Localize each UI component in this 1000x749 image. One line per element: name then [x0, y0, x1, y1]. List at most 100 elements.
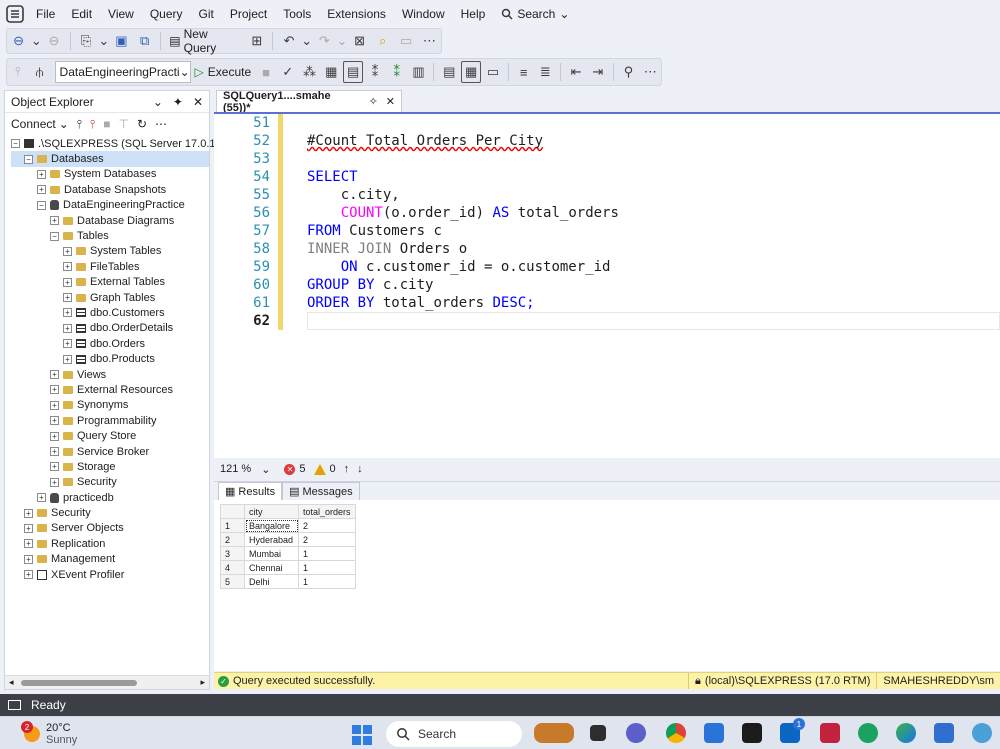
results-to-text-icon[interactable]: ▤ [439, 61, 459, 83]
parse-icon[interactable]: ✓ [278, 61, 298, 83]
tree-node-query-store[interactable]: + Query Store [11, 428, 209, 443]
intellisense-icon[interactable]: ▤ [343, 61, 364, 83]
stop-icon[interactable]: ■ [256, 61, 276, 83]
expand-icon[interactable]: + [24, 523, 33, 533]
more-icon[interactable]: ⋯ [155, 117, 167, 131]
cell-city[interactable]: Mumbai [244, 546, 299, 561]
tab-results[interactable]: ▦ Results [218, 482, 283, 500]
menu-tools[interactable]: Tools [275, 7, 319, 21]
column-header-total-orders[interactable]: total_orders [298, 504, 356, 519]
more-icon[interactable]: ⋯ [419, 30, 440, 52]
live-stats-icon[interactable]: ⁑ [387, 61, 407, 83]
menu-extensions[interactable]: Extensions [319, 7, 394, 21]
expand-icon[interactable]: + [63, 262, 72, 272]
row-number[interactable]: 5 [220, 574, 245, 589]
temple-widget-icon[interactable] [534, 723, 574, 743]
expand-icon[interactable]: + [24, 539, 33, 549]
tree-node-security[interactable]: + Security [11, 505, 209, 520]
cell-city[interactable]: Chennai [244, 560, 299, 575]
notification-icon[interactable] [8, 700, 21, 710]
close-icon[interactable]: ✕ [386, 95, 395, 108]
new-item-icon[interactable]: ⎘ [76, 30, 97, 52]
menu-project[interactable]: Project [222, 7, 275, 21]
sql-editor[interactable]: 51 52 53 54 55 56 57 58 59 60 61 62 #Cou… [214, 112, 1000, 458]
tree-node-external-tables[interactable]: + External Tables [11, 275, 209, 290]
grid-corner[interactable] [220, 504, 245, 519]
expand-icon[interactable]: + [50, 385, 59, 395]
app-icon[interactable] [972, 723, 992, 743]
arrow-down-icon[interactable]: ↓ [357, 463, 363, 475]
pin-icon[interactable]: ✦ [173, 95, 183, 109]
change-connection-icon[interactable]: ⫛ [30, 61, 50, 83]
client-stats-icon[interactable]: ▥ [409, 61, 429, 83]
chevron-down-icon[interactable]: ⌄ [31, 30, 42, 52]
disconnect-icon[interactable]: ⫯ [90, 117, 95, 132]
chat-icon[interactable] [626, 723, 646, 743]
scrollbar-thumb[interactable] [21, 680, 137, 686]
row-number[interactable]: 3 [220, 546, 245, 561]
error-count[interactable]: ✕ 5 [284, 463, 306, 475]
database-query-icon[interactable]: ⊞ [246, 30, 267, 52]
tree-node-products[interactable]: + dbo.Products [11, 351, 209, 366]
cell-city[interactable]: Delhi [244, 574, 299, 589]
warning-count[interactable]: 0 [313, 463, 336, 475]
menu-git[interactable]: Git [191, 7, 222, 21]
cell-total-orders[interactable]: 1 [298, 546, 356, 561]
tree-node-views[interactable]: + Views [11, 367, 209, 382]
tree-node-service-broker[interactable]: + Service Broker [11, 444, 209, 459]
results-grid[interactable]: city total_orders 1 Bangalore 2 2 Hydera… [220, 504, 356, 589]
expand-icon[interactable]: + [63, 246, 72, 256]
expand-icon[interactable]: + [63, 293, 72, 303]
refresh-icon[interactable]: ↻ [137, 117, 147, 131]
menu-view[interactable]: View [100, 7, 142, 21]
tree-node-database-snapshots[interactable]: + Database Snapshots [11, 182, 209, 197]
scroll-right-icon[interactable]: ▸ [200, 677, 205, 688]
tree-node-server[interactable]: − .\SQLEXPRESS (SQL Server 17.0.1000 - [11, 136, 241, 151]
expand-icon[interactable]: + [63, 339, 72, 349]
connect-plug-icon[interactable]: ⫯ [77, 117, 82, 132]
app-a-icon[interactable] [742, 723, 762, 743]
linkedin-icon[interactable]: 1 [780, 718, 805, 743]
tree-node-filetables[interactable]: + FileTables [11, 259, 209, 274]
indent-icon[interactable]: ⇥ [588, 61, 608, 83]
collapse-icon[interactable]: − [37, 200, 46, 210]
expand-icon[interactable]: + [50, 370, 59, 380]
expand-icon[interactable]: + [24, 508, 33, 518]
find-icon[interactable]: ⌕ [372, 30, 393, 52]
menu-edit[interactable]: Edit [63, 7, 100, 21]
actual-plan-icon[interactable]: ⁑ [365, 61, 385, 83]
chevron-down-icon[interactable]: ⌄ [336, 30, 347, 52]
ssms-icon[interactable] [934, 723, 954, 743]
undo-icon[interactable]: ↶ [278, 30, 299, 52]
save-icon[interactable]: ▣ [111, 30, 132, 52]
chevron-down-icon[interactable]: ⌄ [153, 95, 163, 109]
tree-node-external-resources[interactable]: + External Resources [11, 382, 209, 397]
expand-icon[interactable]: + [50, 216, 59, 226]
chrome-icon[interactable] [666, 723, 686, 743]
tree-node-orders[interactable]: + dbo.Orders [11, 336, 209, 351]
results-to-grid-icon[interactable]: ▦ [461, 61, 482, 83]
cell-total-orders[interactable]: 2 [298, 518, 356, 533]
edge-icon[interactable] [896, 723, 916, 743]
expand-icon[interactable]: + [50, 462, 59, 472]
filter-icon[interactable]: ⊤ [118, 117, 128, 131]
properties-icon[interactable]: ▭ [395, 30, 416, 52]
cell-total-orders[interactable]: 1 [298, 574, 356, 589]
menu-help[interactable]: Help [453, 7, 494, 21]
tab-messages[interactable]: ▤ Messages [282, 482, 360, 500]
tree-node-database-diagrams[interactable]: + Database Diagrams [11, 213, 209, 228]
cell-total-orders[interactable]: 2 [298, 532, 356, 547]
expand-icon[interactable]: + [63, 323, 72, 333]
connect-button[interactable]: Connect ⌄ [11, 117, 69, 131]
estimated-plan-icon[interactable]: ⁂ [300, 61, 320, 83]
tree-node-synonyms[interactable]: + Synonyms [11, 398, 209, 413]
tree-node-orderdetails[interactable]: + dbo.OrderDetails [11, 321, 209, 336]
row-number[interactable]: 4 [220, 560, 245, 575]
cell-city[interactable]: Hyderabad [244, 532, 299, 547]
row-number[interactable]: 1 [220, 518, 245, 533]
more-icon[interactable]: ⋯ [640, 61, 660, 83]
tree-node-system-tables[interactable]: + System Tables [11, 244, 209, 259]
tree-node-dataengineeringpractice[interactable]: − DataEngineeringPractice [11, 198, 209, 213]
expand-icon[interactable]: + [50, 431, 59, 441]
back-icon[interactable]: ⊖ [8, 30, 29, 52]
